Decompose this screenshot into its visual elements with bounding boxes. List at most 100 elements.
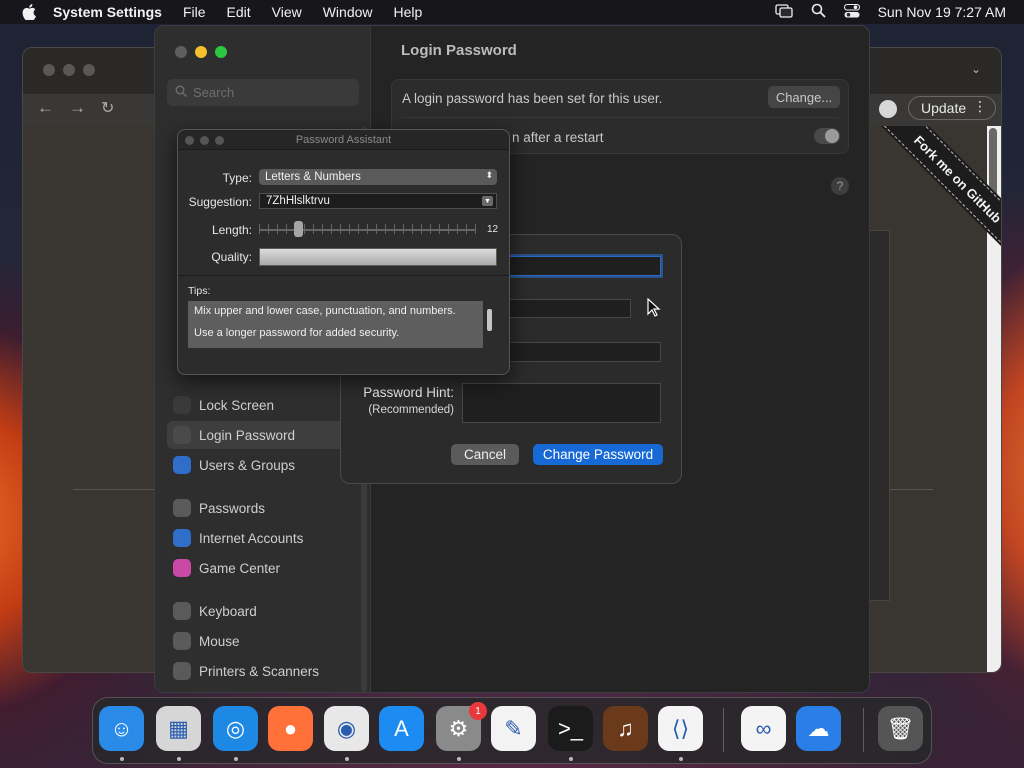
length-slider-knob[interactable] <box>293 221 303 237</box>
finder-icon[interactable]: ☺ <box>99 706 144 751</box>
window-minimize-icon[interactable] <box>195 46 207 58</box>
back-arrow-icon[interactable]: ← <box>37 98 54 118</box>
password-status-text: A login password has been set for this u… <box>402 91 663 106</box>
slider-tick <box>277 224 278 234</box>
slider-tick <box>331 224 332 234</box>
chevron-down-icon[interactable]: ⌄ <box>971 62 981 76</box>
running-indicator <box>679 757 683 761</box>
mouse-cursor-icon <box>647 297 661 323</box>
forward-arrow-icon[interactable]: → <box>69 98 86 118</box>
slider-tick <box>439 224 440 234</box>
cancel-button[interactable]: Cancel <box>451 444 519 465</box>
length-value: 12 <box>487 224 499 235</box>
password-hint-label: Password Hint: <box>363 385 454 400</box>
github-ribbon-label: Fork me on GitHub <box>911 132 1002 226</box>
key-icon <box>173 499 191 517</box>
select-arrows-icon: ⬍ <box>485 170 493 180</box>
help-button[interactable]: ? <box>831 177 849 195</box>
quality-meter <box>259 248 497 266</box>
vscode-icon[interactable]: ⟨⟩ <box>658 706 703 751</box>
sidebar-item-passwords[interactable]: Passwords <box>167 494 359 522</box>
textedit-icon[interactable]: ✎ <box>491 706 536 751</box>
slider-tick <box>322 224 323 234</box>
tips-scrollbar[interactable] <box>487 309 492 331</box>
assistant-titlebar[interactable]: Password Assistant <box>178 130 509 150</box>
launchpad-icon[interactable]: ▦ <box>156 706 201 751</box>
slider-tick <box>259 224 260 234</box>
spotlight-search-icon[interactable] <box>811 3 826 21</box>
chrome-glyph: ◉ <box>336 715 357 741</box>
reload-icon[interactable]: ↻ <box>101 98 114 118</box>
new-password-field[interactable] <box>509 299 631 318</box>
sidebar-item-login-password[interactable]: Login Password <box>167 421 359 449</box>
sidebar-item-game-center[interactable]: Game Center <box>167 554 359 582</box>
menu-file[interactable]: File <box>183 4 206 20</box>
window-zoom-icon[interactable] <box>215 46 227 58</box>
chrome-icon[interactable]: ◉ <box>324 706 369 751</box>
slider-tick <box>385 224 386 234</box>
browser-minimize-icon[interactable] <box>63 64 75 76</box>
tip-item: Mix upper and lower case, punctuation, a… <box>194 305 456 317</box>
sidebar-item-printers-scanners[interactable]: Printers & Scanners <box>167 657 359 685</box>
garageband-icon[interactable]: ♫ <box>603 706 648 751</box>
sidebar-item-lock-screen[interactable]: Lock Screen <box>167 391 359 419</box>
old-password-field[interactable] <box>509 256 661 276</box>
verify-password-field[interactable] <box>509 342 661 362</box>
users-icon <box>173 456 191 474</box>
browser-zoom-icon[interactable] <box>83 64 95 76</box>
menu-bar: System Settings File Edit View Window He… <box>0 0 1024 24</box>
slider-tick <box>304 224 305 234</box>
browser-close-icon[interactable] <box>43 64 55 76</box>
window-close-icon[interactable] <box>175 46 187 58</box>
menu-clock[interactable]: Sun Nov 19 7:27 AM <box>878 4 1006 20</box>
safari-icon[interactable]: ◎ <box>213 706 258 751</box>
quality-meter-fill <box>260 249 496 265</box>
assistant-title: Password Assistant <box>295 134 392 146</box>
menu-window[interactable]: Window <box>323 4 373 20</box>
app-store-icon[interactable]: A <box>379 706 424 751</box>
slider-tick <box>430 224 431 234</box>
tips-list: Mix upper and lower case, punctuation, a… <box>188 301 483 348</box>
slider-tick <box>349 224 350 234</box>
app-menu[interactable]: System Settings <box>53 4 162 20</box>
suggestion-combobox[interactable]: 7ZhHlslktrvu ▼ <box>259 193 497 209</box>
slider-tick <box>412 224 413 234</box>
textedit-glyph: ✎ <box>504 715 523 741</box>
password-assistant-panel: Password Assistant Type: Letters & Numbe… <box>177 129 510 375</box>
dock-separator <box>863 708 864 752</box>
printer-icon <box>173 662 191 680</box>
sidebar-item-internet-accounts[interactable]: Internet Accounts <box>167 524 359 552</box>
visual-studio-icon[interactable]: ∞ <box>741 706 786 751</box>
profile-avatar-icon[interactable] <box>879 100 897 118</box>
trash-icon[interactable]: 🗑 <box>878 706 923 751</box>
sidebar-item-keyboard[interactable]: Keyboard <box>167 597 359 625</box>
password-hint-field[interactable] <box>462 383 661 423</box>
chevron-down-icon[interactable]: ▼ <box>482 196 493 206</box>
login-password-icon <box>173 426 191 444</box>
control-center-icon[interactable] <box>843 3 860 21</box>
firefox-icon[interactable]: ● <box>268 706 313 751</box>
search-input[interactable]: Search <box>167 79 359 106</box>
sidebar-item-users-groups[interactable]: Users & Groups <box>167 451 359 479</box>
more-options-icon[interactable]: ⋮ <box>973 98 987 115</box>
type-select[interactable]: Letters & Numbers ⬍ <box>259 169 497 185</box>
screen-mirroring-icon[interactable] <box>774 3 793 21</box>
update-button[interactable]: Update ⋮ <box>908 96 996 120</box>
sidebar-item-label: Login Password <box>199 427 296 443</box>
terminal-icon[interactable]: >_ <box>548 706 593 751</box>
menu-help[interactable]: Help <box>394 4 423 20</box>
menu-edit[interactable]: Edit <box>227 4 251 20</box>
weather-icon[interactable]: ☁ <box>796 706 841 751</box>
lock-icon <box>173 396 191 414</box>
change-password-button[interactable]: Change Password <box>533 444 663 465</box>
dock: 1 ☺ ▦ ◎ ● ◉ A ⚙ ✎ >_ ♫ ⟨⟩ ∞ ☁ 🗑 <box>92 697 932 764</box>
menu-view[interactable]: View <box>272 4 302 20</box>
change-button[interactable]: Change... <box>768 86 840 108</box>
sidebar-item-mouse[interactable]: Mouse <box>167 627 359 655</box>
running-indicator <box>345 757 349 761</box>
restart-toggle[interactable] <box>814 128 840 144</box>
apple-menu-icon[interactable] <box>18 4 40 20</box>
app-store-glyph: A <box>394 715 409 741</box>
slider-tick <box>394 224 395 234</box>
slider-tick <box>448 224 449 234</box>
